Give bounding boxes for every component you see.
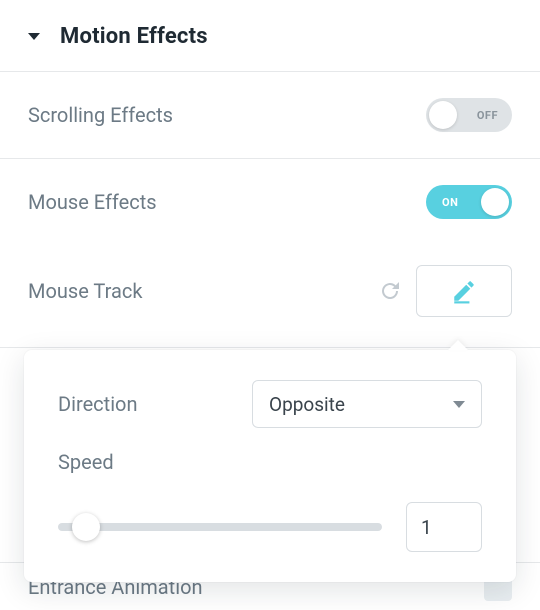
slider-track [58,523,382,531]
direction-label: Direction [58,392,138,416]
scrolling-effects-toggle[interactable]: OFF [426,98,512,132]
pencil-icon [451,278,477,304]
toggle-knob [481,188,509,216]
direction-row: Direction Opposite [58,380,482,428]
slider-thumb[interactable] [72,513,100,541]
speed-input[interactable]: 1 [406,502,482,552]
mouse-effects-label: Mouse Effects [28,190,157,214]
section-title: Motion Effects [60,24,208,49]
toggle-text: ON [442,196,458,209]
direction-select[interactable]: Opposite [252,380,482,428]
speed-label: Speed [58,450,482,474]
speed-slider[interactable] [58,513,382,541]
speed-control: 1 [58,502,482,552]
section-header[interactable]: Motion Effects [0,0,540,72]
reset-icon [378,279,402,303]
row-mouse-track: Mouse Track [0,245,540,348]
toggle-knob [429,101,457,129]
mouse-effects-toggle[interactable]: ON [426,185,512,219]
edit-mouse-track-button[interactable] [416,265,512,317]
reset-button[interactable] [378,279,402,303]
mouse-track-controls [378,265,512,317]
scrolling-effects-label: Scrolling Effects [28,103,173,127]
mouse-track-label: Mouse Track [28,279,142,303]
mouse-track-popover: Direction Opposite Speed 1 [24,350,516,582]
speed-value: 1 [421,516,432,539]
toggle-text: OFF [477,109,498,122]
row-mouse-effects: Mouse Effects ON [0,159,540,245]
direction-value: Opposite [269,393,345,416]
row-scrolling-effects: Scrolling Effects OFF [0,72,540,159]
caret-down-icon [28,33,40,40]
chevron-down-icon [453,401,465,408]
